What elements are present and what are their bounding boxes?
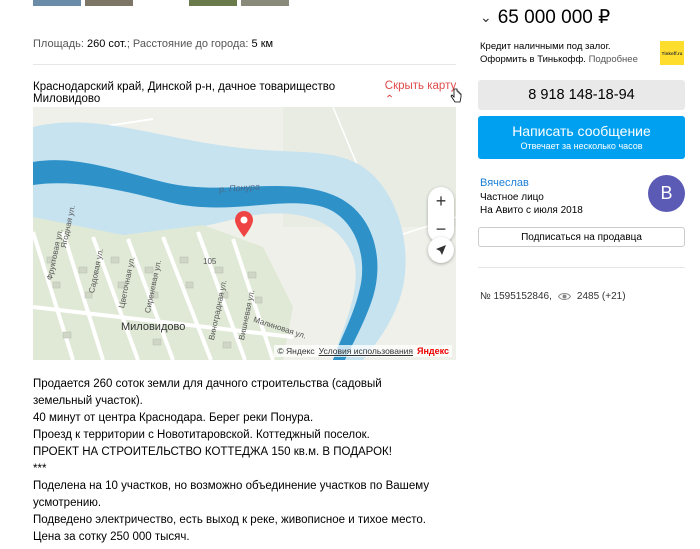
terms-link[interactable]: Условия использования: [319, 346, 413, 356]
credit-line: Кредит наличными под залог.: [480, 41, 611, 52]
seller-since: На Авито с июля 2018: [480, 205, 583, 216]
price-chevron-icon[interactable]: ⌄: [480, 9, 492, 26]
message-sub: Отвечает за несколько часов: [520, 141, 643, 151]
location-arrow-icon: [436, 245, 446, 255]
credit-line: Оформить в Тинькофф.: [480, 54, 586, 65]
hide-map-label: Скрыть карту: [384, 80, 457, 92]
area-value: 260 сот.: [87, 38, 127, 50]
description-line: ***: [33, 463, 47, 475]
house-number: 105: [203, 257, 217, 266]
distance-value: 5 км: [251, 38, 274, 50]
price: 65 000 000 ₽: [497, 7, 611, 28]
geolocation-button[interactable]: [428, 237, 454, 263]
description-line: 40 минут от центра Краснодара. Берег рек…: [33, 412, 314, 424]
thumbnail[interactable]: [241, 0, 289, 6]
thumbnail[interactable]: [33, 0, 81, 6]
listing-id: № 1595152846,: [480, 291, 552, 302]
distance-label: ; Расстояние до города:: [126, 38, 249, 50]
address-text: Краснодарский край, Динской р-н, дачное …: [33, 81, 336, 105]
avatar[interactable]: B: [648, 175, 685, 212]
zoom-control: + −: [428, 187, 454, 243]
description-line: Проезд к территории с Новотитаровской. К…: [33, 429, 370, 441]
description-line: Поделена на 10 участков, но возможно объ…: [33, 480, 430, 509]
thumbnail[interactable]: [137, 0, 185, 6]
divider: [478, 267, 685, 268]
write-message-button[interactable]: Написать сообщение Отвечает за несколько…: [478, 116, 685, 159]
map[interactable]: Ягодная ул. Фруктовая ул. Садовая ул. Цв…: [33, 107, 456, 360]
yandex-logo[interactable]: Яндекс: [417, 346, 449, 356]
area-label: Площадь:: [33, 38, 84, 50]
phone-button[interactable]: 8 918 148-18-94: [478, 80, 685, 110]
zoom-in-button[interactable]: +: [428, 187, 454, 215]
description-line: Цена за сотку 250 000 тысяч.: [33, 531, 190, 543]
seller-type: Частное лицо: [480, 191, 544, 203]
thumbnail[interactable]: [85, 0, 133, 6]
chevron-up-icon: ⌃: [384, 94, 395, 106]
map-pin-icon[interactable]: [233, 210, 255, 238]
photo-thumbnails: [33, 0, 289, 6]
seller-name[interactable]: Вячеслав: [480, 177, 583, 191]
tinkoff-logo[interactable]: Tinkoff.ru: [660, 41, 684, 65]
description: Продается 260 соток земли для дачного ст…: [33, 376, 433, 546]
hand-cursor-icon: [450, 88, 462, 103]
map-footer: © Яндекс Условия использования Яндекс: [274, 345, 452, 357]
eye-icon: [557, 293, 571, 300]
description-line: Подведено электричество, есть выход к ре…: [33, 514, 426, 526]
seller-info: Вячеслав Частное лицо На Авито с июля 20…: [480, 177, 583, 218]
address-row: Краснодарский край, Динской р-н, дачное …: [33, 80, 463, 106]
town-label: Миловидово: [121, 321, 186, 333]
description-line: ПРОЕКТ НА СТРОИТЕЛЬСТВО КОТТЕДЖА 150 кв.…: [33, 446, 392, 458]
listing-stats: № 1595152846, 2485 (+21): [480, 291, 626, 302]
credit-offer: Кредит наличными под залог. Оформить в Т…: [480, 40, 660, 66]
message-label: Написать сообщение: [512, 123, 651, 139]
map-copyright: © Яндекс: [277, 346, 315, 356]
params-line: Площадь: 260 сот.; Расстояние до города:…: [33, 38, 273, 50]
price-row: ⌄ 65 000 000 ₽: [480, 6, 610, 29]
subscribe-button[interactable]: Подписаться на продавца: [478, 227, 685, 247]
description-line: Продается 260 соток земли для дачного ст…: [33, 378, 382, 407]
divider: [33, 64, 456, 65]
thumbnail[interactable]: [189, 0, 237, 6]
credit-more-link[interactable]: Подробнее: [589, 54, 638, 65]
views-count: 2485 (+21): [576, 291, 626, 302]
